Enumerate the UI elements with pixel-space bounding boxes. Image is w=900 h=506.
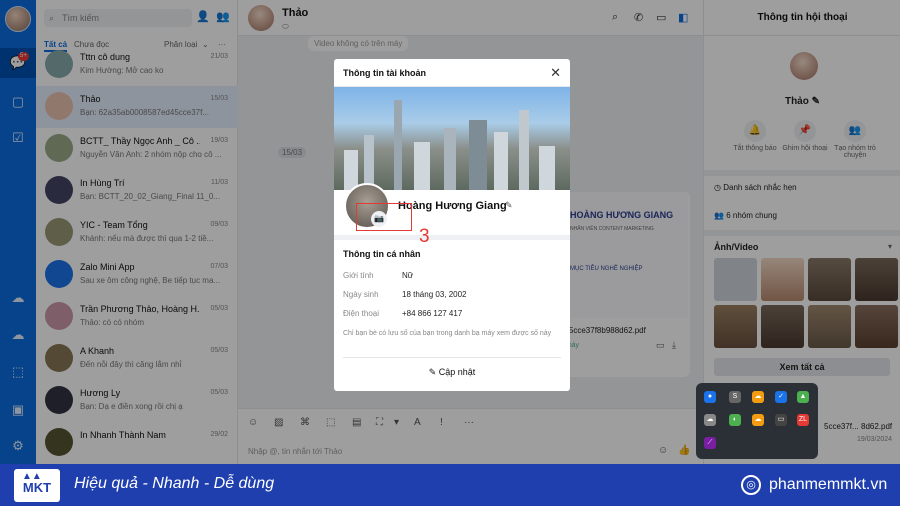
mkt-logo: ▲▲ MKT: [14, 469, 60, 502]
personal-info-title: Thông tin cá nhân: [343, 249, 421, 259]
app-icon[interactable]: ✓: [775, 391, 787, 403]
phone-label: Điện thoại: [343, 309, 380, 318]
edit-name-icon[interactable]: ✎: [505, 200, 513, 211]
app-icon[interactable]: ☁: [752, 391, 764, 403]
highlight-box: [356, 203, 412, 231]
update-label: Cập nhật: [438, 367, 476, 377]
app-icon[interactable]: ▲: [797, 391, 809, 403]
app-icon[interactable]: ☁: [704, 414, 716, 426]
modal-title: Thông tin tài khoản: [334, 59, 570, 87]
update-button[interactable]: ✎ Cập nhật: [334, 367, 570, 378]
app-icon[interactable]: S: [729, 391, 741, 403]
globe-icon: ◎: [741, 475, 761, 495]
privacy-note: Chỉ bạn bè có lưu số của bạn trong danh …: [343, 330, 552, 337]
promo-banner: ▲▲ MKT Hiệu quả - Nhanh - Dễ dùng ◎ phanm…: [0, 464, 900, 506]
dob-label: Ngày sinh: [343, 290, 379, 299]
divider: [334, 235, 570, 240]
gender-label: Giới tính: [343, 271, 374, 280]
edit-icon: ✎: [428, 367, 437, 377]
logo-text: MKT: [22, 480, 52, 495]
gender-value: Nữ: [402, 271, 414, 280]
app-icon[interactable]: ⟋: [704, 437, 716, 449]
website[interactable]: phanmemmkt.vn: [769, 476, 887, 494]
app-icon[interactable]: ▭: [775, 414, 787, 426]
tray-popup: ● S ☁ ✓ ▲ ☁ ◐ ☁ ▭ ZL ⟋: [696, 383, 818, 459]
app-icon[interactable]: ◐: [729, 414, 741, 426]
slogan: Hiệu quả - Nhanh - Dễ dùng: [74, 475, 275, 492]
step-number: 3: [419, 226, 430, 247]
app-icon[interactable]: ☁: [752, 414, 764, 426]
dob-value: 18 tháng 03, 2002: [402, 290, 467, 299]
phone-value: +84 866 127 417: [402, 309, 463, 318]
logo-mark-icon: ▲▲: [22, 471, 42, 482]
profile-name: Hoàng Hương Giang: [398, 200, 507, 212]
app-icon[interactable]: ●: [704, 391, 716, 403]
divider: [343, 357, 561, 358]
cover-photo[interactable]: [334, 87, 570, 190]
close-icon[interactable]: ✕: [550, 59, 561, 87]
app-icon[interactable]: ZL: [797, 414, 809, 426]
